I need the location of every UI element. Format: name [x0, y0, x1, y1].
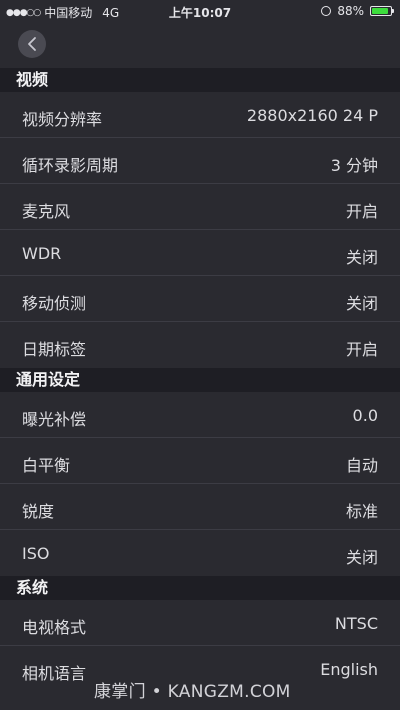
settings-row-label: 日期标签: [22, 340, 87, 359]
rotation-lock-icon: [321, 6, 332, 16]
settings-row-label: 循环录影周期: [22, 156, 119, 175]
settings-row-value: 2880x2160 24 P: [246, 106, 378, 125]
settings-row-value: 3 分钟: [330, 156, 378, 175]
settings-row-value: 开启: [345, 202, 378, 221]
battery-icon: [370, 6, 394, 16]
settings-row[interactable]: 麦克风 开启: [0, 184, 400, 230]
watermark: 康掌门 • KANGZM.COM: [94, 682, 291, 702]
section-header: 通用设定: [0, 368, 400, 392]
settings-row-value: 开启: [345, 340, 378, 359]
settings-row-value: 0.0: [352, 406, 378, 425]
settings-row-value: 关闭: [345, 248, 378, 267]
chevron-left-icon: [28, 37, 36, 51]
settings-row[interactable]: WDR 关闭: [0, 230, 400, 276]
settings-row[interactable]: 循环录影周期 3 分钟: [0, 138, 400, 184]
section-rows: 视频分辨率 2880x2160 24 P 循环录影周期 3 分钟 麦克风 开启 WDR 关闭移…: [0, 92, 400, 368]
settings-row[interactable]: 电视格式 NTSC: [0, 600, 400, 646]
status-right: 88%: [321, 4, 394, 18]
settings-row-value: 标准: [345, 502, 378, 521]
settings-row-value: NTSC: [334, 614, 378, 633]
settings-row-label: 白平衡: [22, 456, 71, 475]
section-rows: 曝光补偿 0.0 白平衡 自动锐度 标准 ISO 关闭: [0, 392, 400, 576]
settings-screen: ●●●○○ 中国移动 4G 上午10:07 88% 视频视频分辨率 2880x21…: [0, 0, 400, 710]
settings-row-value: 自动: [345, 456, 378, 475]
settings-row[interactable]: 白平衡 自动: [0, 438, 400, 484]
status-bar: ●●●○○ 中国移动 4G 上午10:07 88%: [0, 0, 400, 22]
back-button[interactable]: [18, 30, 46, 58]
battery-percent: 88%: [337, 4, 364, 18]
settings-row-value: English: [320, 660, 378, 679]
settings-row[interactable]: ISO 关闭: [0, 530, 400, 576]
nav-bar: [0, 22, 400, 68]
settings-row[interactable]: 曝光补偿 0.0: [0, 392, 400, 438]
settings-row-label: 视频分辨率: [22, 110, 103, 129]
settings-list: 视频 视频分辨率 2880x2160 24 P 循环录影周期 3 分钟 麦克风 开启 WDR 关…: [0, 68, 400, 692]
section-header: 视频: [0, 68, 400, 92]
settings-row-label: ISO: [22, 544, 50, 563]
settings-row-label: 电视格式: [22, 618, 87, 637]
settings-row-label: 曝光补偿: [22, 410, 87, 429]
settings-row-value: 关闭: [345, 294, 378, 313]
settings-row[interactable]: 锐度 标准: [0, 484, 400, 530]
section-header: 系统: [0, 576, 400, 600]
settings-row-label: 相机语言: [22, 664, 87, 683]
settings-row-label: 麦克风: [22, 202, 71, 221]
settings-row-label: WDR: [22, 244, 62, 263]
settings-row-label: 移动侦测: [22, 294, 87, 313]
settings-row[interactable]: 移动侦测 关闭: [0, 276, 400, 322]
battery-fill: [372, 8, 388, 14]
settings-row[interactable]: 视频分辨率 2880x2160 24 P: [0, 92, 400, 138]
settings-row-value: 关闭: [345, 548, 378, 567]
settings-row-label: 锐度: [22, 502, 55, 521]
settings-row[interactable]: 日期标签 开启: [0, 322, 400, 368]
